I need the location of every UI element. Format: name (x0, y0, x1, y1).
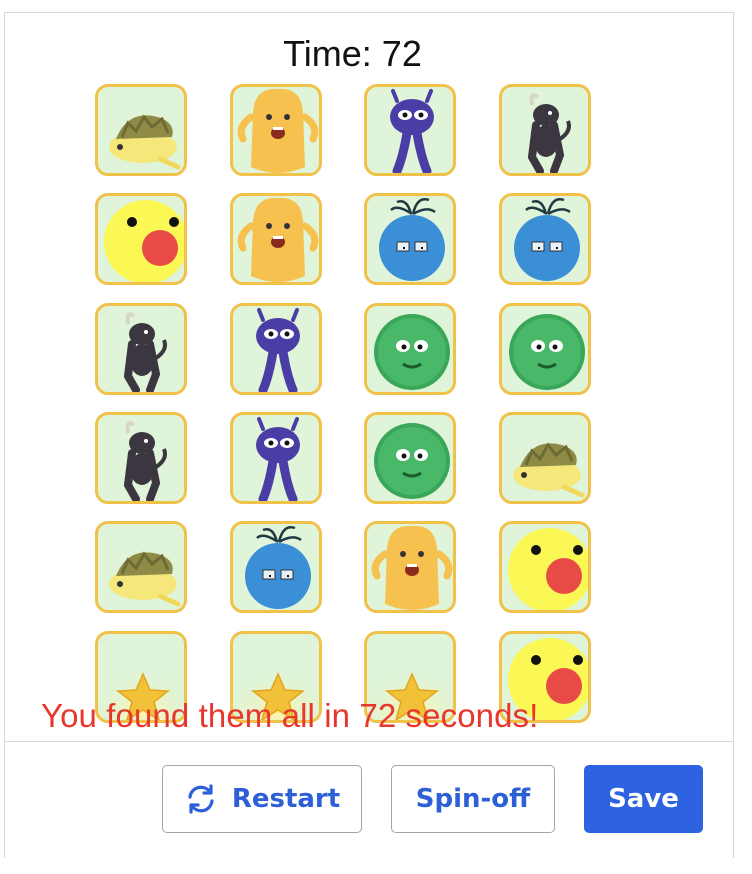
memory-card[interactable] (364, 302, 457, 395)
memory-card[interactable] (229, 193, 322, 286)
timer-label: Time: 72 (283, 33, 422, 74)
yellow-chick-icon (104, 200, 184, 283)
memory-card[interactable] (229, 521, 322, 614)
green-fuzzball-icon (509, 313, 586, 390)
blue-ball-icon (244, 526, 311, 610)
memory-card[interactable] (229, 84, 322, 176)
memory-card[interactable] (499, 193, 592, 286)
orange-monster-icon (237, 88, 318, 173)
memory-card[interactable] (95, 193, 187, 286)
restart-label: Restart (231, 784, 341, 814)
memory-card[interactable] (499, 302, 592, 395)
purple-alien-icon (390, 89, 435, 173)
memory-card[interactable] (95, 521, 187, 614)
restart-button[interactable]: Restart (162, 765, 362, 833)
memory-card[interactable] (364, 521, 457, 614)
bottom-toolbar: Restart Spin-off Save (5, 741, 733, 858)
memory-card[interactable] (95, 302, 187, 395)
dark-goat-icon (123, 311, 167, 392)
save-button[interactable]: Save (584, 765, 703, 833)
memory-card[interactable] (499, 411, 592, 504)
refresh-icon (188, 784, 214, 814)
yellow-turtle-icon (109, 114, 181, 170)
memory-card[interactable] (364, 193, 457, 286)
dark-goat-icon (527, 93, 572, 173)
purple-alien-icon (255, 307, 300, 392)
spin-off-label: Spin-off (415, 784, 531, 814)
yellow-chick-icon (508, 528, 589, 611)
yellow-turtle-icon (109, 551, 181, 607)
dark-goat-icon (123, 421, 167, 501)
memory-card[interactable] (499, 521, 592, 614)
game-stage[interactable]: Time: 72 You found them all in 72 second… (5, 13, 733, 741)
purple-alien-icon (255, 416, 300, 501)
memory-card[interactable] (364, 84, 457, 176)
spin-off-button[interactable]: Spin-off (391, 765, 555, 833)
memory-card[interactable] (229, 411, 322, 504)
yellow-turtle-icon (513, 442, 585, 498)
blue-ball-icon (379, 198, 446, 282)
orange-monster-icon (372, 526, 453, 611)
orange-monster-icon (237, 198, 318, 283)
win-message: You found them all in 72 seconds! (41, 697, 539, 734)
green-fuzzball-icon (374, 313, 451, 390)
memory-card[interactable] (364, 411, 457, 504)
memory-card[interactable] (95, 411, 187, 504)
memory-card[interactable] (95, 84, 187, 176)
memory-card[interactable] (229, 302, 322, 395)
save-label: Save (608, 784, 679, 814)
blue-ball-icon (514, 198, 581, 282)
memory-card[interactable] (499, 84, 592, 176)
green-fuzzball-icon (374, 422, 451, 499)
